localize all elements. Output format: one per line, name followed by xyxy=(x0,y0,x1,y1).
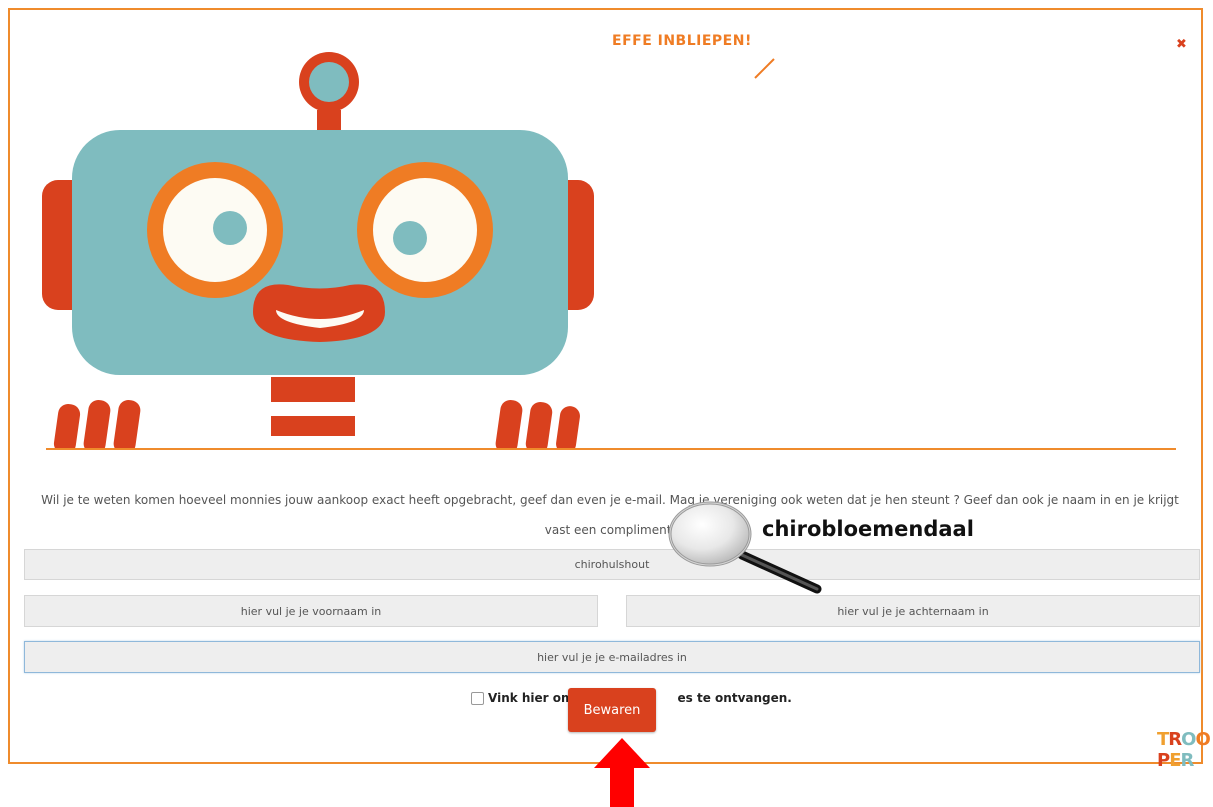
newsletter-checkbox[interactable] xyxy=(471,691,484,705)
decorative-slash xyxy=(754,58,775,79)
popup-title: EFFE INBLIEPEN! xyxy=(612,33,752,49)
annotation-search-term: chirobloemendaal xyxy=(762,517,974,541)
firstname-field[interactable] xyxy=(24,595,598,627)
magnifier-icon xyxy=(668,501,822,594)
logo-letter: R xyxy=(1168,729,1182,750)
up-arrow-icon xyxy=(594,738,650,807)
robot-illustration xyxy=(42,52,594,450)
logo-letter: T xyxy=(1157,729,1169,750)
logo-letter: P xyxy=(1157,750,1170,771)
checkbox-label-start: Vink hier om xyxy=(488,691,574,705)
divider xyxy=(46,448,1176,450)
logo-letter: O xyxy=(1181,729,1196,750)
logo-letter: R xyxy=(1180,750,1195,771)
logo-letter: E xyxy=(1169,750,1181,771)
logo-letter: O xyxy=(1195,729,1210,750)
lastname-field[interactable] xyxy=(626,595,1200,627)
trooper-logo: TROOPER xyxy=(1157,729,1213,771)
checkbox-label-end: es te ontvangen. xyxy=(677,691,792,705)
close-icon[interactable]: ✖ xyxy=(1176,37,1187,52)
organization-field[interactable] xyxy=(24,549,1200,580)
intro-text: Wil je te weten komen hoeveel monnies jo… xyxy=(41,493,1179,537)
email-field[interactable] xyxy=(24,641,1200,673)
save-button[interactable]: Bewaren xyxy=(568,688,656,732)
